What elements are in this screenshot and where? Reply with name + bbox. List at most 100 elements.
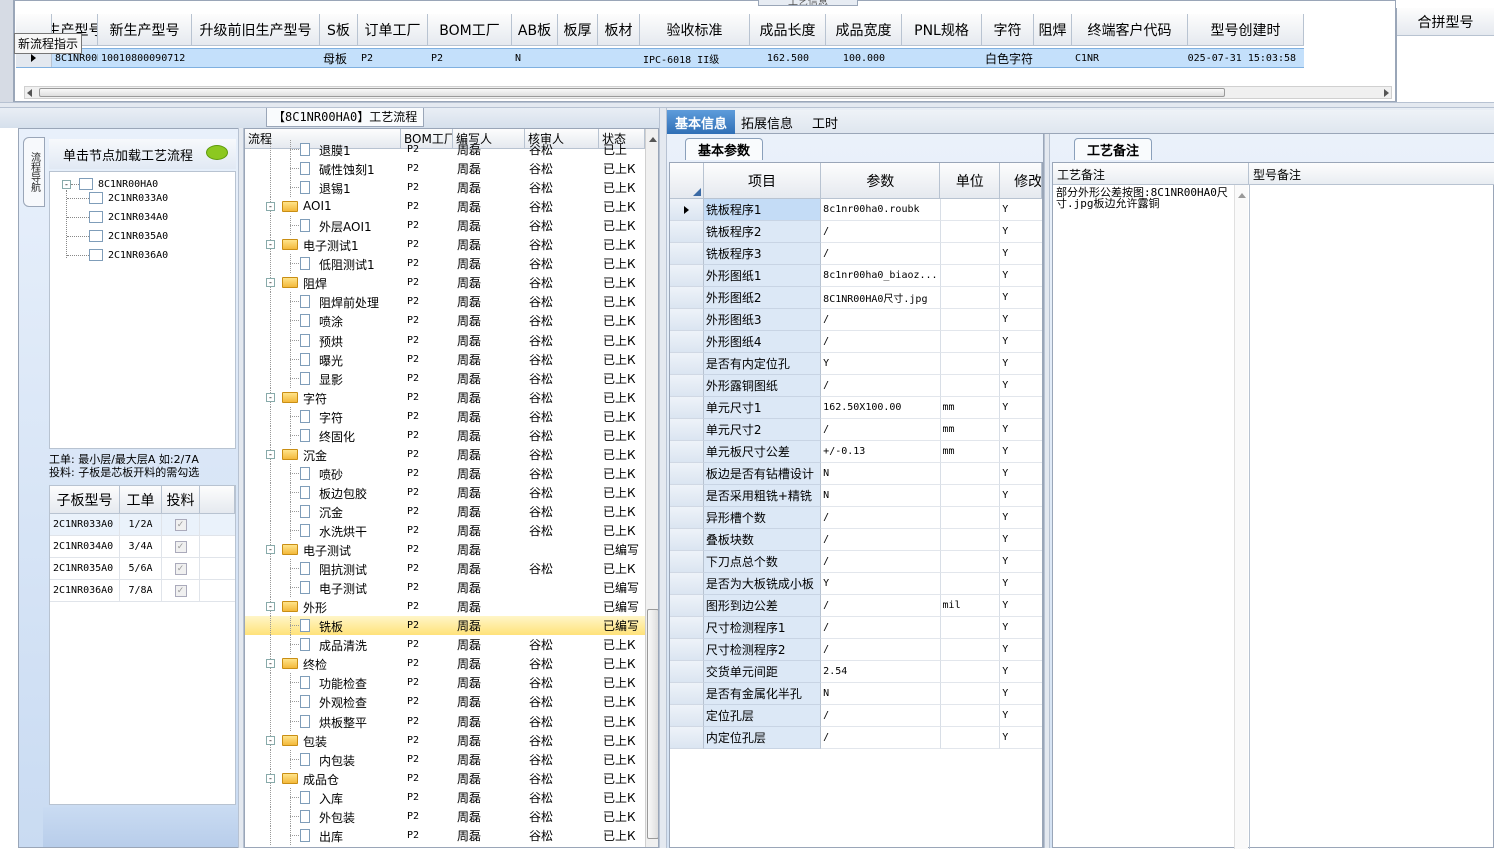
collapse-icon[interactable]: - bbox=[266, 449, 275, 459]
sub-board-row[interactable]: 2C1NR035A0 5/6A ✓ bbox=[50, 558, 235, 580]
param-value-cell[interactable]: Y bbox=[821, 573, 941, 595]
tree-child-node[interactable]: 2C1NR036A0 bbox=[67, 249, 168, 261]
flow-row[interactable]: 功能检查 P2 周磊 谷松 已上К bbox=[245, 673, 645, 693]
row-selector[interactable] bbox=[670, 573, 704, 595]
param-value-cell[interactable]: / bbox=[821, 331, 941, 353]
params-col-header[interactable]: 参数 bbox=[821, 163, 941, 199]
collapse-icon[interactable]: - bbox=[266, 240, 275, 250]
param-modify-cell[interactable]: Y bbox=[1000, 661, 1042, 683]
flow-row[interactable]: 内包装 P2 周磊 谷松 已上К bbox=[245, 749, 645, 769]
params-row[interactable]: 是否有金属化半孔 N Y bbox=[670, 683, 1042, 705]
sub-board-row[interactable]: 2C1NR036A0 7/8A ✓ bbox=[50, 580, 235, 602]
param-value-cell[interactable]: / bbox=[821, 221, 941, 243]
flow-row[interactable]: 显影 P2 周磊 谷松 已上К bbox=[245, 368, 645, 388]
flow-name-cell[interactable]: - 外形 bbox=[245, 597, 401, 617]
flow-row[interactable]: - 电子测试1 P2 周磊 谷松 已上К bbox=[245, 235, 645, 255]
flow-row[interactable]: - 阻焊 P2 周磊 谷松 已上К bbox=[245, 273, 645, 293]
top-col-header[interactable]: 成品长度 bbox=[750, 14, 826, 46]
params-row[interactable]: 叠板块数 / Y bbox=[670, 529, 1042, 551]
flow-row[interactable]: 字符 P2 周磊 谷松 已上К bbox=[245, 406, 645, 426]
sub-board-row[interactable]: 2C1NR034A0 3/4A ✓ bbox=[50, 536, 235, 558]
param-modify-cell[interactable]: Y bbox=[1000, 705, 1042, 727]
param-value-cell[interactable]: 2.54 bbox=[821, 661, 941, 683]
flow-name-cell[interactable]: 外层AOI1 bbox=[245, 216, 401, 236]
flow-name-cell[interactable]: 铣板 bbox=[245, 616, 401, 636]
flow-row[interactable]: 铣板 P2 周磊 已编写 bbox=[245, 616, 645, 636]
top-col-header[interactable]: AB板 bbox=[512, 14, 558, 46]
params-row[interactable]: 外形图纸1 8c1nr00ha0_biaoz... Y bbox=[670, 265, 1042, 287]
flow-name-cell[interactable]: - 阻焊 bbox=[245, 273, 401, 293]
top-grid-hscrollbar[interactable] bbox=[24, 86, 1392, 99]
flow-name-cell[interactable]: 低阻测试1 bbox=[245, 254, 401, 274]
param-value-cell[interactable]: 8c1nr00ha0_biaoz... bbox=[821, 265, 941, 287]
row-selector[interactable] bbox=[670, 639, 704, 661]
flow-row[interactable]: 曝光 P2 周磊 谷松 已上К bbox=[245, 349, 645, 369]
param-modify-cell[interactable]: Y bbox=[1000, 397, 1042, 419]
flow-name-cell[interactable]: 字符 bbox=[245, 406, 401, 426]
flow-row[interactable]: - 沉金 P2 周磊 谷松 已上К bbox=[245, 444, 645, 464]
hscroll-thumb[interactable] bbox=[39, 88, 1225, 97]
collapse-icon[interactable]: - bbox=[266, 735, 275, 745]
param-modify-cell[interactable]: Y bbox=[1000, 683, 1042, 705]
remarks-scroll-up-icon[interactable] bbox=[1238, 193, 1246, 198]
flow-name-cell[interactable]: 沉金 bbox=[245, 501, 401, 521]
flow-row[interactable]: 阻焊前处理 P2 周磊 谷松 已上К bbox=[245, 292, 645, 312]
flow-name-cell[interactable]: - 字符 bbox=[245, 387, 401, 407]
tree-child-node[interactable]: 2C1NR034A0 bbox=[67, 211, 168, 223]
tab-work-hours[interactable]: 工时 bbox=[801, 110, 849, 134]
sub-feed-cell[interactable]: ✓ bbox=[162, 558, 200, 579]
top-col-header[interactable]: BOM工厂 bbox=[428, 14, 512, 46]
param-modify-cell[interactable]: Y bbox=[1000, 375, 1042, 397]
flow-name-cell[interactable]: 外包装 bbox=[245, 806, 401, 826]
flow-name-cell[interactable]: 预烘 bbox=[245, 330, 401, 350]
params-row[interactable]: 板边是否有钻槽设计 N Y bbox=[670, 463, 1042, 485]
param-modify-cell[interactable]: Y bbox=[1000, 419, 1042, 441]
flow-row[interactable]: - 成品仓 P2 周磊 谷松 已上К bbox=[245, 768, 645, 788]
row-selector[interactable] bbox=[670, 265, 704, 287]
params-row[interactable]: 是否采用粗铣+精铣 N Y bbox=[670, 485, 1042, 507]
param-value-cell[interactable]: / bbox=[821, 419, 941, 441]
row-selector[interactable] bbox=[670, 507, 704, 529]
top-col-header[interactable]: 订单工厂 bbox=[358, 14, 428, 46]
flow-row[interactable]: 阻抗测试 P2 周磊 谷松 已上К bbox=[245, 559, 645, 579]
params-row[interactable]: 铣板程序1 8c1nr00ha0.roubk Y bbox=[670, 199, 1042, 221]
param-value-cell[interactable]: N bbox=[821, 463, 941, 485]
tree-child-node[interactable]: 2C1NR033A0 bbox=[67, 192, 168, 204]
row-selector[interactable] bbox=[670, 617, 704, 639]
sub-workorder-cell[interactable]: 7/8A bbox=[120, 580, 162, 601]
top-col-header[interactable]: 板厚 bbox=[558, 14, 598, 46]
flow-row[interactable]: 退膜1 P2 周磊 谷松 已上 bbox=[245, 140, 645, 159]
params-row[interactable]: 交货单元间距 2.54 Y bbox=[670, 661, 1042, 683]
scroll-right-arrow-icon[interactable] bbox=[1384, 89, 1389, 97]
scroll-up-arrow-icon[interactable] bbox=[649, 137, 657, 142]
param-value-cell[interactable]: / bbox=[821, 375, 941, 397]
flow-name-cell[interactable]: 喷砂 bbox=[245, 463, 401, 483]
feed-checkbox-icon[interactable]: ✓ bbox=[174, 562, 187, 575]
flow-name-cell[interactable]: 烘板整平 bbox=[245, 711, 401, 731]
collapse-icon[interactable]: - bbox=[266, 602, 275, 612]
params-col-header[interactable]: 修改 bbox=[1000, 163, 1042, 199]
params-row[interactable]: 尺寸检测程序1/ Y bbox=[670, 617, 1042, 639]
sub-feed-cell[interactable]: ✓ bbox=[162, 514, 200, 535]
top-col-header[interactable]: 阻焊 bbox=[1034, 14, 1072, 46]
sub-board-row[interactable]: 2C1NR033A0 1/2A ✓ bbox=[50, 514, 235, 536]
collapse-icon[interactable]: - bbox=[266, 545, 275, 555]
flow-name-cell[interactable]: 阻焊前处理 bbox=[245, 292, 401, 312]
param-modify-cell[interactable]: Y bbox=[1000, 507, 1042, 529]
sub-col-header[interactable] bbox=[200, 486, 235, 514]
param-value-cell[interactable]: +/-0.13 bbox=[821, 441, 941, 463]
row-selector[interactable] bbox=[670, 551, 704, 573]
params-row[interactable]: 单元尺寸2/mm Y bbox=[670, 419, 1042, 441]
flow-row[interactable]: 板边包胶 P2 周磊 谷松 已上К bbox=[245, 482, 645, 502]
flow-name-cell[interactable]: 曝光 bbox=[245, 349, 401, 369]
tab-basic-info[interactable]: 基本信息 bbox=[667, 110, 735, 134]
flow-row[interactable]: 碱性蚀刻1 P2 周磊 谷松 已上К bbox=[245, 159, 645, 179]
param-modify-cell[interactable]: Y bbox=[1000, 287, 1042, 309]
flow-row[interactable]: 低阻测试1 P2 周磊 谷松 已上К bbox=[245, 254, 645, 274]
scroll-left-arrow-icon[interactable] bbox=[27, 89, 32, 97]
mid-splitter[interactable] bbox=[659, 108, 667, 848]
param-value-cell[interactable]: Y bbox=[821, 353, 941, 375]
flow-row[interactable]: 外包装 P2 周磊 谷松 已上К bbox=[245, 806, 645, 826]
feed-checkbox-icon[interactable]: ✓ bbox=[174, 540, 187, 553]
row-selector[interactable] bbox=[670, 243, 704, 265]
